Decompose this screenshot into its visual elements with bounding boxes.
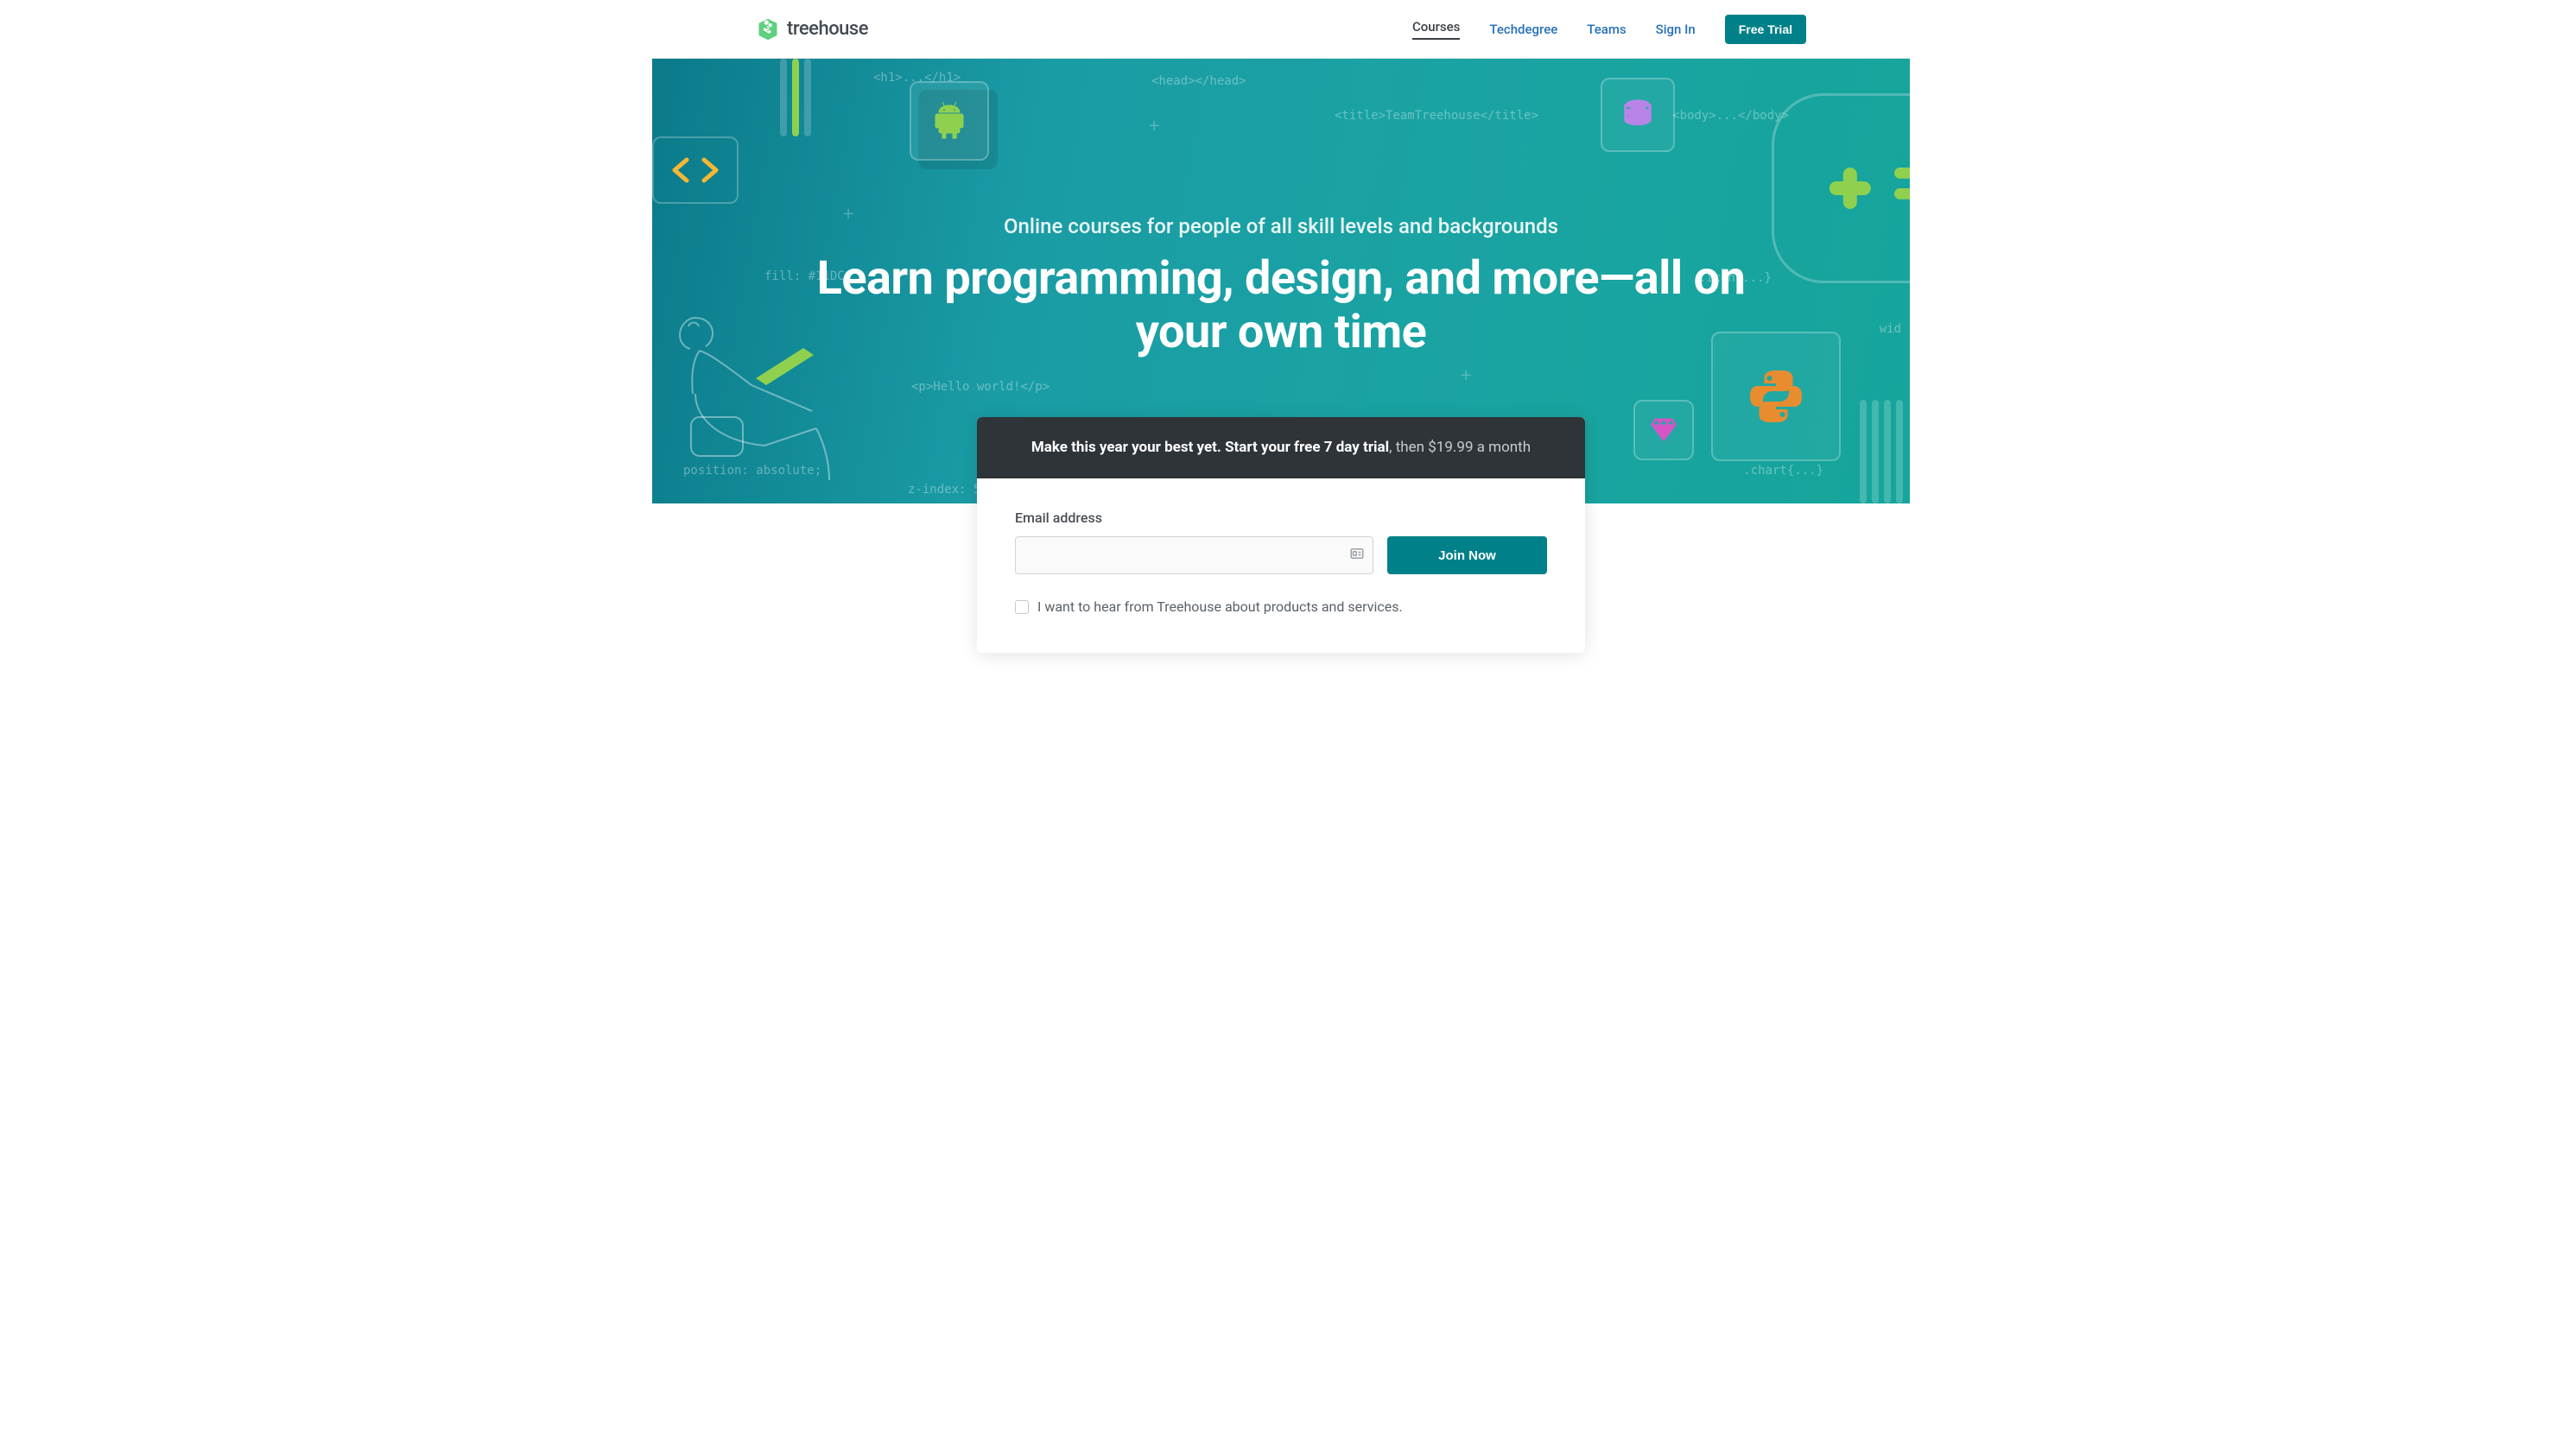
logo-text: treehouse	[787, 18, 868, 40]
deco-code-hello: <p>Hello world!</p>	[911, 380, 1050, 394]
treehouse-logo-icon	[756, 17, 780, 41]
marketing-optin-label[interactable]: I want to hear from Treehouse about prod…	[1037, 598, 1403, 615]
deco-code-chart: .chart{...}	[1743, 464, 1823, 478]
deco-code-zindex: z-index: 5;	[908, 483, 988, 497]
free-trial-button[interactable]: Free Trial	[1725, 15, 1806, 44]
main-nav: Courses Techdegree Teams Sign In Free Tr…	[1412, 15, 1806, 44]
join-now-button[interactable]: Join Now	[1387, 536, 1547, 574]
logo[interactable]: treehouse	[756, 17, 868, 41]
ruby-gem-icon	[1633, 400, 1694, 460]
signup-card: Make this year your best yet. Start your…	[977, 417, 1585, 653]
contact-card-icon	[1349, 546, 1365, 565]
signup-header: Make this year your best yet. Start your…	[977, 417, 1585, 478]
signup-header-bold: Make this year your best yet. Start your…	[1031, 439, 1389, 456]
email-label: Email address	[1015, 510, 1547, 526]
signup-header-rest: , then $19.99 a month	[1389, 439, 1531, 456]
email-input[interactable]	[1015, 536, 1373, 574]
marketing-optin-checkbox[interactable]	[1015, 600, 1029, 614]
nav-courses[interactable]: Courses	[1412, 19, 1460, 40]
nav-techdegree[interactable]: Techdegree	[1489, 22, 1557, 37]
nav-sign-in[interactable]: Sign In	[1656, 22, 1696, 37]
hero-title: Learn programming, design, and more—all …	[789, 252, 1773, 359]
deco-plus-icon: +	[1461, 365, 1471, 387]
hero-subtitle: Online courses for people of all skill l…	[652, 214, 1910, 238]
deco-bars-icon	[1860, 400, 1903, 503]
nav-teams[interactable]: Teams	[1587, 22, 1626, 37]
site-header: treehouse Courses Techdegree Teams Sign …	[652, 0, 1910, 59]
